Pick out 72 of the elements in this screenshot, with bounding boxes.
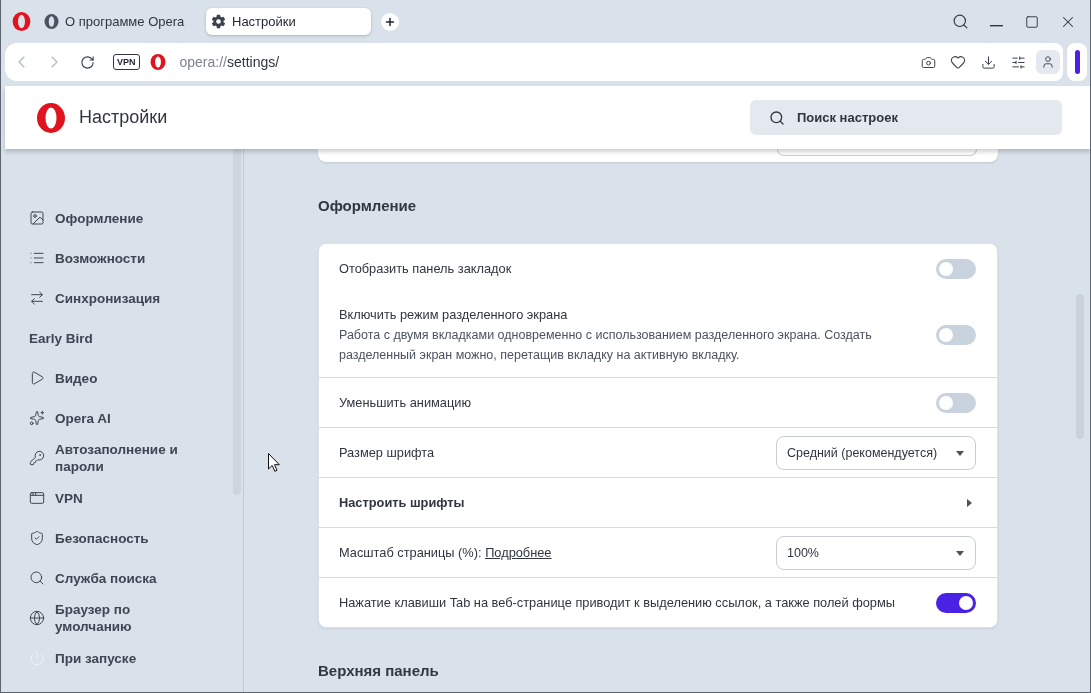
arrows-icon — [29, 290, 45, 306]
search-icon — [951, 13, 969, 30]
search-icon — [29, 570, 45, 586]
profile-button[interactable] — [1036, 50, 1060, 74]
forward-icon — [51, 56, 58, 68]
browser-tab[interactable]: Настройки — [206, 8, 371, 35]
side-panel-button[interactable] — [1067, 43, 1087, 81]
toggle-switch[interactable] — [936, 259, 976, 279]
setting-description: Работа с двумя вкладками одновременно с использованием разделенного экрана. Создать разделенный экран можно, перетащив вкладку на активную вкладку. — [339, 327, 873, 364]
sidebar-item[interactable]: Синхронизация — [29, 278, 229, 318]
opera-logo-icon — [149, 54, 166, 70]
caret-down-icon — [956, 550, 964, 556]
section-heading: Оформление — [318, 196, 418, 216]
toggle-switch[interactable] — [936, 593, 976, 613]
minimize-icon — [989, 25, 1003, 27]
sidebar-item[interactable]: Автозаполнение и пароли — [29, 438, 229, 478]
opera-logo-icon — [12, 12, 31, 31]
gear-icon — [211, 14, 226, 29]
sidebar-item[interactable]: Браузер по умолчанию — [29, 598, 229, 638]
search-icon — [769, 110, 785, 126]
globe-icon — [29, 610, 45, 626]
opera-logo-icon — [44, 14, 59, 29]
plus-icon — [384, 15, 396, 28]
download-icon — [980, 54, 996, 70]
user-icon — [1041, 55, 1055, 69]
setting-label: Размер шрифта — [339, 444, 436, 462]
section-heading: Верхняя панель — [318, 661, 440, 681]
search-field[interactable]: Поиск настроек — [750, 100, 1062, 135]
url-text[interactable]: opera://settings/ — [179, 51, 280, 73]
page-title: Настройки — [79, 106, 168, 129]
sidebar-item[interactable]: Безопасность — [29, 518, 229, 558]
toggle-switch[interactable] — [936, 325, 976, 345]
caret-right-icon — [967, 499, 972, 507]
sidebar-item[interactable]: Возможности — [29, 238, 229, 278]
shield-icon — [29, 530, 45, 546]
setting-label: Уменьшить анимацию — [339, 394, 473, 412]
list-icon — [29, 250, 45, 266]
new-tab-button[interactable] — [381, 12, 399, 31]
reload-icon — [80, 54, 95, 70]
vpn-badge[interactable]: VPN — [113, 54, 140, 70]
toggle-switch[interactable] — [936, 393, 976, 413]
back-icon — [18, 56, 25, 68]
sidebar-item[interactable]: При запуске — [29, 638, 229, 678]
bar-icon — [1074, 50, 1080, 74]
key-icon — [29, 450, 45, 466]
setting-label: Масштаб страницы (%): Подробнее — [339, 544, 553, 562]
image-icon — [29, 210, 45, 226]
sidebar-item[interactable]: VPN — [29, 478, 229, 518]
more-link[interactable]: Подробнее — [485, 545, 552, 560]
heart-icon — [950, 54, 966, 70]
camera-icon — [920, 54, 936, 70]
sidebar-item[interactable]: Видео — [29, 358, 229, 398]
maximize-icon — [1025, 14, 1039, 29]
dropdown-select[interactable]: 100% — [776, 536, 976, 570]
setting-label: Нажатие клавиши Tab на веб-странице приводит к выделению ссылок, а также полей формы — [339, 594, 896, 612]
sparkle-icon — [29, 410, 45, 426]
setting-label: Включить режим разделенного экрана — [339, 306, 569, 324]
window-icon — [29, 490, 45, 506]
sidebar-item[interactable]: Служба поиска — [29, 558, 229, 598]
sidebar-item[interactable]: Оформление — [29, 198, 229, 238]
scrollbar-thumb[interactable] — [233, 149, 241, 495]
dropdown-select[interactable]: Средний (рекомендуется) — [776, 436, 976, 470]
sliders-icon — [1010, 54, 1026, 70]
play-icon — [29, 370, 45, 386]
caret-down-icon — [956, 450, 964, 456]
browser-tab[interactable]: О программе Opera — [39, 8, 204, 35]
setting-label: Отобразить панель закладок — [339, 260, 513, 278]
mouse-pointer-icon — [268, 453, 280, 472]
setting-label[interactable]: Настроить шрифты — [339, 493, 951, 513]
sidebar-item[interactable]: Early Bird — [29, 318, 229, 358]
opera-logo-icon — [36, 102, 66, 133]
sidebar-item[interactable]: Opera AI — [29, 398, 229, 438]
